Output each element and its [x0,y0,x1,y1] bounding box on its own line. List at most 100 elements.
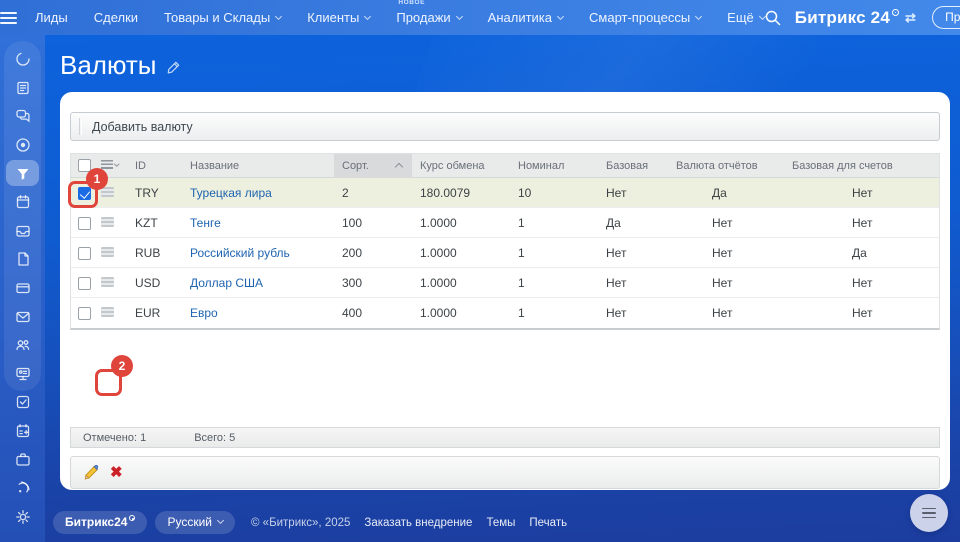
add-currency-button[interactable]: Добавить валюту [82,120,203,134]
left-sidebar [0,35,45,542]
column-header-label: Базовая [606,159,649,172]
cell-rate: 1.0000 [420,245,457,260]
sidebar-item-mail[interactable] [0,302,45,331]
row-checkbox-KZT[interactable] [78,216,91,230]
row-drag-cell [97,306,127,320]
nav-item-2[interactable]: Сделки [94,10,138,25]
currency-link-TRY[interactable]: Турецкая лира [190,186,272,200]
sidebar-item-employees[interactable] [0,331,45,360]
hamburger-menu-icon[interactable] [0,0,17,35]
sidebar-item-video-calls[interactable] [0,131,45,160]
nav-item-1[interactable]: Лиды [35,10,68,25]
footer-link-3[interactable]: Печать [529,517,567,529]
live-feed-icon [15,52,30,66]
cell-inv: Да [852,245,867,260]
nav-item-7[interactable]: Смарт-процессы [589,10,703,25]
drag-handle-icon[interactable] [101,186,114,197]
delete-x-icon[interactable]: ✖ [110,465,123,480]
column-header-base[interactable]: Базовая [598,160,668,172]
quick-menu-button[interactable] [910,494,948,532]
cell-name: Турецкая лира [182,186,334,200]
drag-handle-icon[interactable] [101,246,114,257]
sidebar-item-settings[interactable] [0,503,45,532]
search-icon[interactable] [765,10,781,26]
table-row-EUR: EUR Евро 400 1.0000 1 Нет Нет Нет [71,298,939,328]
currency-table-body: TRY Турецкая лира 2 180.0079 10 Нет Да Нет KZT Те… [71,178,939,328]
currency-link-RUB[interactable]: Российский рубль [190,246,290,260]
drag-handle-icon[interactable] [101,216,114,227]
sidebar-item-live-feed[interactable] [0,45,45,74]
logo-trademark-icon [891,8,899,16]
drag-handle-icon[interactable] [101,276,114,287]
selected-count: Отмечено: 1 [83,431,147,444]
column-header-sort[interactable]: Сорт. [334,153,412,178]
sites-signal-icon [18,481,30,493]
bitrix24-logo[interactable]: Битрикс 24 ⇄ [795,8,916,28]
sidebar-item-market[interactable] [0,445,45,474]
drag-handle-icon[interactable] [101,307,114,317]
footer-link-1[interactable]: Заказать внедрение [364,517,472,529]
row-drag-cell [97,276,127,290]
cell-nom: 1 [518,275,525,290]
column-header-nom[interactable]: Номинал [510,160,598,172]
column-header-name[interactable]: Название [182,160,334,172]
copyright-text: © «Битрикс», 2025 [251,516,351,529]
nav-item-4[interactable]: Клиенты [307,10,372,25]
sidebar-item-meetings[interactable] [0,360,45,389]
footer-links: Заказать внедрение Темы Печать [350,517,567,529]
employees-icon [15,340,29,351]
footer-link-2[interactable]: Темы [486,517,515,529]
cell-rep: Нет [712,215,733,230]
sidebar-item-crm[interactable] [0,159,45,188]
column-header-id[interactable]: ID [127,160,182,172]
cell-id: RUB [135,245,161,260]
settings-gear-icon [15,509,30,524]
topbar-button-1[interactable]: Пригласить [932,6,960,29]
currency-table: ID Название Сорт. Курс обмена Номинал Базовая… [70,153,940,330]
nav-item-8[interactable]: Ещё [727,10,766,25]
cell-name: Доллар США [182,276,334,290]
row-checkbox-EUR[interactable] [78,307,91,321]
sidebar-item-calendar[interactable] [0,188,45,217]
new-badge: НОВОЕ [398,0,426,6]
row-checkbox-TRY[interactable] [78,186,91,200]
currency-link-USD[interactable]: Доллар США [190,276,263,290]
sidebar-item-automation[interactable] [0,417,45,446]
column-header-label: Сорт. [342,159,369,172]
table-row-KZT: KZT Тенге 100 1.0000 1 Да Нет Нет [71,208,939,238]
chevron-down-icon [758,12,766,20]
column-settings-icon[interactable] [101,159,120,169]
column-header-rep[interactable]: Валюта отчётов [668,160,784,172]
row-checkbox-RUB[interactable] [78,246,91,260]
select-all-checkbox[interactable] [78,159,91,172]
nav-item-label: Лиды [35,10,68,25]
column-header-label: ID [135,159,146,172]
nav-item-3[interactable]: Товары и Склады [164,10,283,25]
sidebar-item-payments[interactable] [0,274,45,303]
sidebar-item-inbox[interactable] [0,217,45,246]
nav-item-label: Аналитика [487,10,553,25]
language-selector[interactable]: Русский [155,511,235,534]
nav-item-5[interactable]: НОВОЕ Продажи [396,0,463,25]
row-drag-cell [97,186,127,200]
column-header-inv[interactable]: Базовая для счетов [784,160,939,172]
table-row-RUB: RUB Российский рубль 200 1.0000 1 Нет Нет Да [71,238,939,268]
footer-brand-pill[interactable]: Битрикс24 [53,511,148,534]
cell-nom: 10 [518,185,532,200]
sidebar-item-messenger[interactable] [0,102,45,131]
currency-link-KZT[interactable]: Тенге [190,216,221,230]
logo-switch-icon[interactable]: ⇄ [905,10,916,26]
sidebar-item-documents[interactable] [0,245,45,274]
currency-link-EUR[interactable]: Евро [190,306,218,320]
sidebar-item-news[interactable] [0,74,45,103]
nav-item-6[interactable]: Аналитика [487,10,565,25]
title-edit-pencil-icon[interactable] [166,60,181,75]
column-header-label: Номинал [518,159,565,172]
column-header-rate[interactable]: Курс обмена [412,160,510,172]
edit-pencil-icon[interactable] [83,464,100,481]
row-checkbox-USD[interactable] [78,276,91,290]
sidebar-item-tasks[interactable] [0,388,45,417]
sidebar-item-sites[interactable] [0,474,45,503]
total-count: Всего: 5 [194,431,236,444]
sidebar-icons [0,45,45,531]
